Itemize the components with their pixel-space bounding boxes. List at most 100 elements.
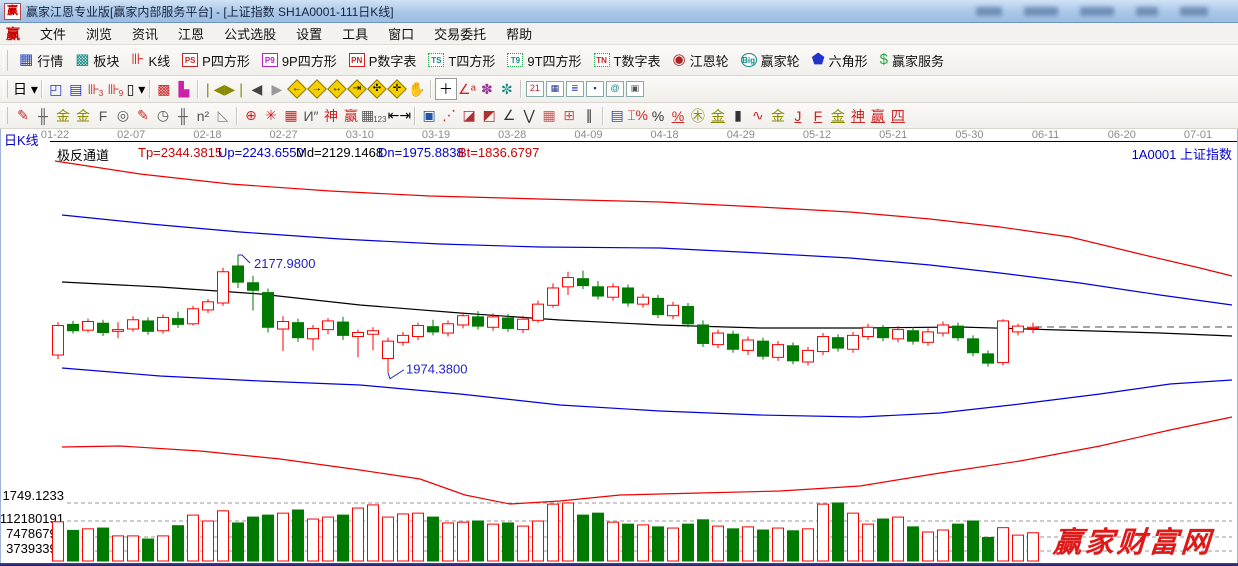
toolbar-button-kline[interactable]: ⊪K线: [125, 49, 176, 72]
toolbar-button-hash-ruler-tool-2[interactable]: ╫: [173, 106, 193, 126]
menu-item-公式选股[interactable]: 公式选股: [214, 22, 286, 45]
toolbar-button-hatch-lines-tool[interactable]: ∥: [579, 106, 599, 126]
toolbar-button-n2-ruler-tool[interactable]: n²: [193, 106, 213, 126]
toolbar-button-calendar-button[interactable]: 21: [525, 79, 545, 99]
menu-item-帮助[interactable]: 帮助: [496, 22, 542, 45]
toolbar-button-percent-under-tool[interactable]: %: [668, 106, 688, 126]
toolbar-button-zigzag-window-icon[interactable]: ◰: [46, 79, 66, 99]
toolbar-button-9t-square[interactable]: T99T四方形: [501, 49, 587, 72]
menu-item-工具[interactable]: 工具: [332, 22, 378, 45]
toolbar-button-red-grid-tool[interactable]: ▦: [281, 106, 301, 126]
toolbar-button-9p-square[interactable]: P99P四方形: [256, 49, 343, 72]
toolbar-button-fan-box-tool[interactable]: ◪: [459, 106, 479, 126]
toolbar-grip[interactable]: [3, 50, 8, 71]
toolbar-button-candle-brush-tool[interactable]: ▮: [728, 106, 748, 126]
toolbar-button-f-ruler-tool[interactable]: F: [93, 106, 113, 126]
toolbar-button-candle-style-dropdown[interactable]: ▯ ▾: [126, 79, 146, 99]
toolbar-button-indicator-list-tool[interactable]: ▤: [607, 106, 627, 126]
toolbar-button-remote-pc-button[interactable]: ▣: [625, 79, 645, 99]
toolbar-button-t-number[interactable]: TNT数字表: [588, 49, 667, 72]
toolbar-button-flower-tool-teal[interactable]: ✼: [497, 79, 517, 99]
toolbar-button-f-angle-tool[interactable]: F: [808, 106, 828, 126]
toolbar-button-t-square[interactable]: TST四方形: [422, 49, 501, 72]
candlestick-chart-canvas[interactable]: 1749.123311218019174786794373933972177.9…: [0, 129, 1238, 566]
toolbar-button-fan-box-tool-2[interactable]: ◩: [479, 106, 499, 126]
toolbar-button-kline-9-icon[interactable]: ⊪9: [106, 79, 126, 99]
toolbar-button-gann-grid-icon[interactable]: ▩: [154, 79, 174, 99]
toolbar-button-web-refresh-button[interactable]: @: [605, 79, 625, 99]
toolbar-button-step-back-button[interactable]: ◀: [247, 79, 267, 99]
toolbar-button-period-day-dropdown[interactable]: 日 ▾: [13, 79, 38, 99]
toolbar-button-quotes[interactable]: ▦行情: [13, 49, 69, 72]
toolbar-button-gold-circle-tool[interactable]: ㊍: [688, 106, 708, 126]
toolbar-button-ying-tool[interactable]: 赢: [341, 106, 361, 126]
toolbar-button-si-angle-tool[interactable]: 四: [888, 106, 908, 126]
toolbar-button-notepad-button[interactable]: ≣: [565, 79, 585, 99]
toolbar-button-jump-last-button[interactable]: ▶❘: [224, 79, 247, 99]
toolbar-button-h-expand-diamond[interactable]: ↔: [327, 79, 347, 99]
toolbar-button-zoom-left-diamond[interactable]: ←: [287, 79, 307, 99]
toolbar-button-spiral-tool[interactable]: ◎: [113, 106, 133, 126]
toolbar-button-gold-lines-tool[interactable]: 金: [708, 106, 728, 126]
toolbar-button-red-grid-corner-tool[interactable]: ⊞: [559, 106, 579, 126]
toolbar-button-gold-lines-tool-2[interactable]: 金: [768, 106, 788, 126]
toolbar-button-brush-tool[interactable]: ✎: [13, 106, 33, 126]
menu-item-资讯[interactable]: 资讯: [122, 22, 168, 45]
toolbar-button-gold-angle-tool[interactable]: 金: [828, 106, 848, 126]
menu-item-设置[interactable]: 设置: [286, 22, 332, 45]
toolbar-button-gold-ruler-tool-2[interactable]: 金: [73, 106, 93, 126]
title-bar[interactable]: 赢 赢家江恩专业版[赢家内部服务平台] - [上证指数 SH1A0001-111…: [0, 0, 1238, 23]
toolbar-button-save-button[interactable]: ▪: [585, 79, 605, 99]
toolbar-button-percent-line-tool[interactable]: ⌶%: [627, 106, 648, 126]
toolbar-button-zoom-right-diamond[interactable]: →: [307, 79, 327, 99]
toolbar-button-shen-tool[interactable]: 神: [321, 106, 341, 126]
toolbar-button-trend-lines-tool[interactable]: ∠: [499, 106, 519, 126]
toolbar-button-ying-angle-tool[interactable]: 赢: [868, 106, 888, 126]
toolbar-button-winner-service[interactable]: $赢家服务: [874, 49, 950, 72]
toolbar-button-gann-wheel[interactable]: ◉江恩轮: [666, 49, 734, 72]
toolbar-button-brush-tool-2[interactable]: ✎: [133, 106, 153, 126]
toolbar-button-document-icon[interactable]: ▤: [66, 79, 86, 99]
menu-item-江恩[interactable]: 江恩: [168, 22, 214, 45]
toolbar-button-sectors[interactable]: ▩板块: [69, 49, 125, 72]
toolbar-button-h-compress-diamond[interactable]: ⇥: [347, 79, 367, 99]
toolbar-button-blue-box-tool[interactable]: ▣: [419, 106, 439, 126]
toolbar-button-winner-wheel[interactable]: Big赢家轮: [735, 49, 806, 72]
toolbar-button-j-angle-tool[interactable]: J: [788, 106, 808, 126]
toolbar-button-ruler-hash-tool[interactable]: ╫: [33, 106, 53, 126]
toolbar-button-color-histogram-icon[interactable]: ▙: [174, 79, 194, 99]
toolbar-button-red-grid-tool-2[interactable]: ▦: [539, 106, 559, 126]
toolbar-button-shen-angle-tool[interactable]: 神: [848, 106, 868, 126]
toolbar-button-p-number[interactable]: PNP数字表: [343, 49, 423, 72]
menu-item-交易委托[interactable]: 交易委托: [424, 22, 496, 45]
toolbar-button-clock-circle-tool[interactable]: ◷: [153, 106, 173, 126]
toolbar-button-jump-first-button[interactable]: ❘◀: [202, 79, 225, 99]
toolbar-button-width-arrows-tool[interactable]: ⇤⇥: [388, 106, 411, 126]
toolbar-button-p-square[interactable]: PSP四方形: [176, 49, 256, 72]
toolbar-button-calculator-button[interactable]: ▦: [545, 79, 565, 99]
toolbar-button-gold-ruler-tool[interactable]: 金: [53, 106, 73, 126]
toolbar-button-crosshair-circle-tool[interactable]: ⊕: [241, 106, 261, 126]
toolbar-button-protractor-tool[interactable]: ◺: [213, 106, 233, 126]
toolbar-button-compress-all-diamond[interactable]: ✛: [387, 79, 407, 99]
toolbar-button-fan-lines-tool[interactable]: ⋰: [439, 106, 459, 126]
toolbar-button-pan-hand-button[interactable]: ✋: [407, 79, 427, 99]
toolbar-button-expand-all-diamond[interactable]: ✣: [367, 79, 387, 99]
toolbar-button-percent-tool[interactable]: %: [648, 106, 668, 126]
toolbar-button-gann-angle-tool[interactable]: И″: [301, 106, 321, 126]
toolbar-button-hexagon[interactable]: ⬟六角形: [806, 49, 874, 72]
toolbar-button-kline-3-icon[interactable]: ⊪3: [86, 79, 106, 99]
menu-item-文件[interactable]: 文件: [30, 22, 76, 45]
toolbar-grip[interactable]: [3, 107, 8, 125]
toolbar-button-step-forward-button[interactable]: ▶: [267, 79, 287, 99]
toolbar-grip[interactable]: [3, 80, 8, 98]
toolbar-button-v-lines-tool[interactable]: ⋁: [519, 106, 539, 126]
menu-item-窗口[interactable]: 窗口: [378, 22, 424, 45]
menu-item-浏览[interactable]: 浏览: [76, 22, 122, 45]
toolbar-button-starburst-tool[interactable]: ✳: [261, 106, 281, 126]
toolbar-button-crosshair-button[interactable]: ＋: [435, 78, 457, 100]
toolbar-button-wave-tool[interactable]: ∿: [748, 106, 768, 126]
toolbar-button-flower-tool-purple[interactable]: ✽: [477, 79, 497, 99]
toolbar-button-grid-123-tool[interactable]: ▦123: [361, 106, 388, 126]
toolbar-button-angle-tool-button[interactable]: ∠ᵃ: [457, 79, 477, 99]
